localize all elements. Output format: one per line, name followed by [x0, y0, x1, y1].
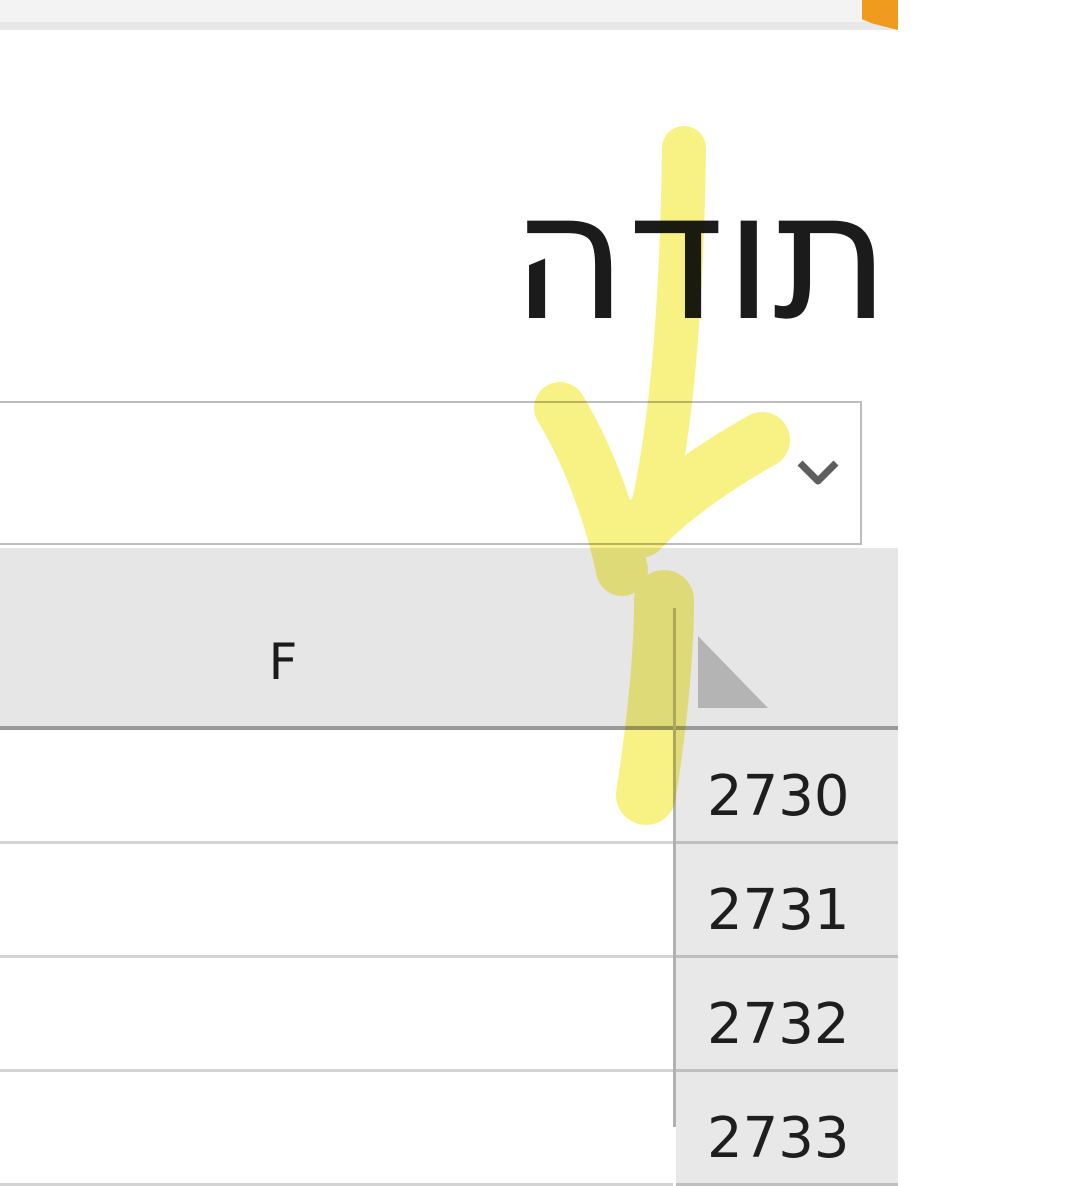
name-box-dropdown[interactable] [0, 401, 862, 545]
page-heading: תודה [511, 153, 890, 360]
top-toolbar-strip [0, 0, 898, 30]
row-header-border [673, 608, 676, 1127]
row-number-label: 2732 [707, 992, 850, 1057]
cell-f-row-3[interactable] [0, 958, 673, 1072]
cell-f-row-2[interactable] [0, 844, 673, 958]
row-number-label: 2731 [707, 878, 850, 943]
cell-f-row-1[interactable] [0, 730, 673, 844]
column-header-bar [0, 548, 898, 730]
chevron-down-icon[interactable] [796, 455, 840, 489]
row-number-label: 2733 [707, 1106, 850, 1171]
cell-f-row-4[interactable] [0, 1072, 673, 1186]
column-header-f[interactable]: F [258, 630, 308, 694]
row-number-label: 2730 [707, 764, 850, 829]
